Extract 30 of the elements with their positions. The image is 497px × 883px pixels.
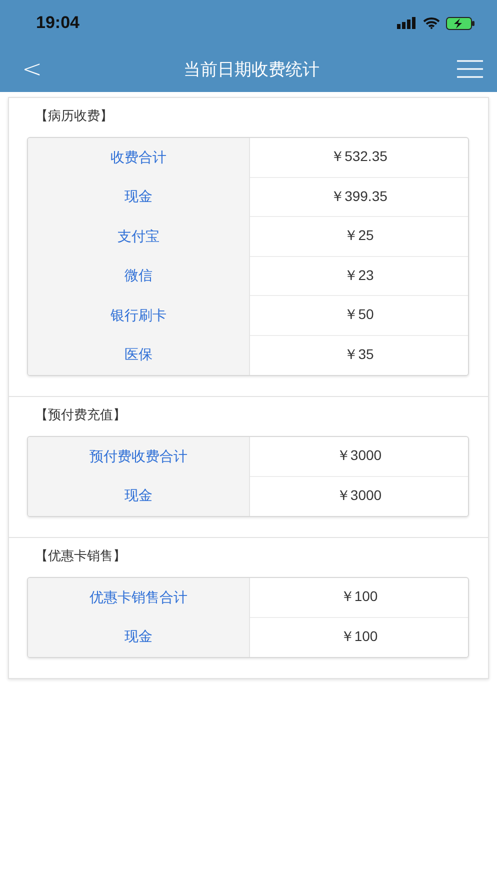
row-value: ￥35 [343, 345, 375, 364]
row-value: ￥532.35 [250, 138, 468, 178]
section-title: 【病历收费】 [34, 108, 114, 126]
row-label: 银行刷卡 [28, 296, 250, 336]
row-value: ￥100 [250, 578, 468, 618]
row-value: ￥25 [250, 217, 468, 256]
row-label: 优惠卡销售合计 [28, 578, 250, 618]
back-button[interactable]: < [18, 55, 46, 83]
row-value: ￥50 [250, 296, 468, 336]
row-value: ￥3000 [335, 486, 383, 506]
status-time: 19:04 [36, 13, 80, 33]
row-value: ￥23 [250, 256, 468, 296]
section-title: 【预付费充值】 [34, 407, 127, 425]
page-title: 当前日期收费统计 [184, 58, 320, 80]
row-label: 现金 [28, 476, 250, 516]
row-label: 收费合计 [28, 138, 250, 178]
signal-icon [397, 17, 417, 29]
wifi-icon [423, 17, 440, 29]
row-label: 医保 [28, 336, 250, 375]
row-label: 现金 [28, 618, 250, 657]
row-label: 现金 [28, 178, 250, 217]
row-value: ￥100 [339, 627, 379, 646]
row-label: 预付费收费合计 [28, 437, 250, 476]
row-value: ￥399.35 [250, 178, 468, 217]
row-label: 支付宝 [28, 217, 250, 256]
section-title: 【优惠卡销售】 [34, 548, 127, 566]
row-label: 微信 [28, 256, 250, 296]
row-value: ￥3000 [250, 437, 468, 476]
battery-icon [446, 16, 475, 30]
menu-button[interactable] [456, 60, 483, 78]
